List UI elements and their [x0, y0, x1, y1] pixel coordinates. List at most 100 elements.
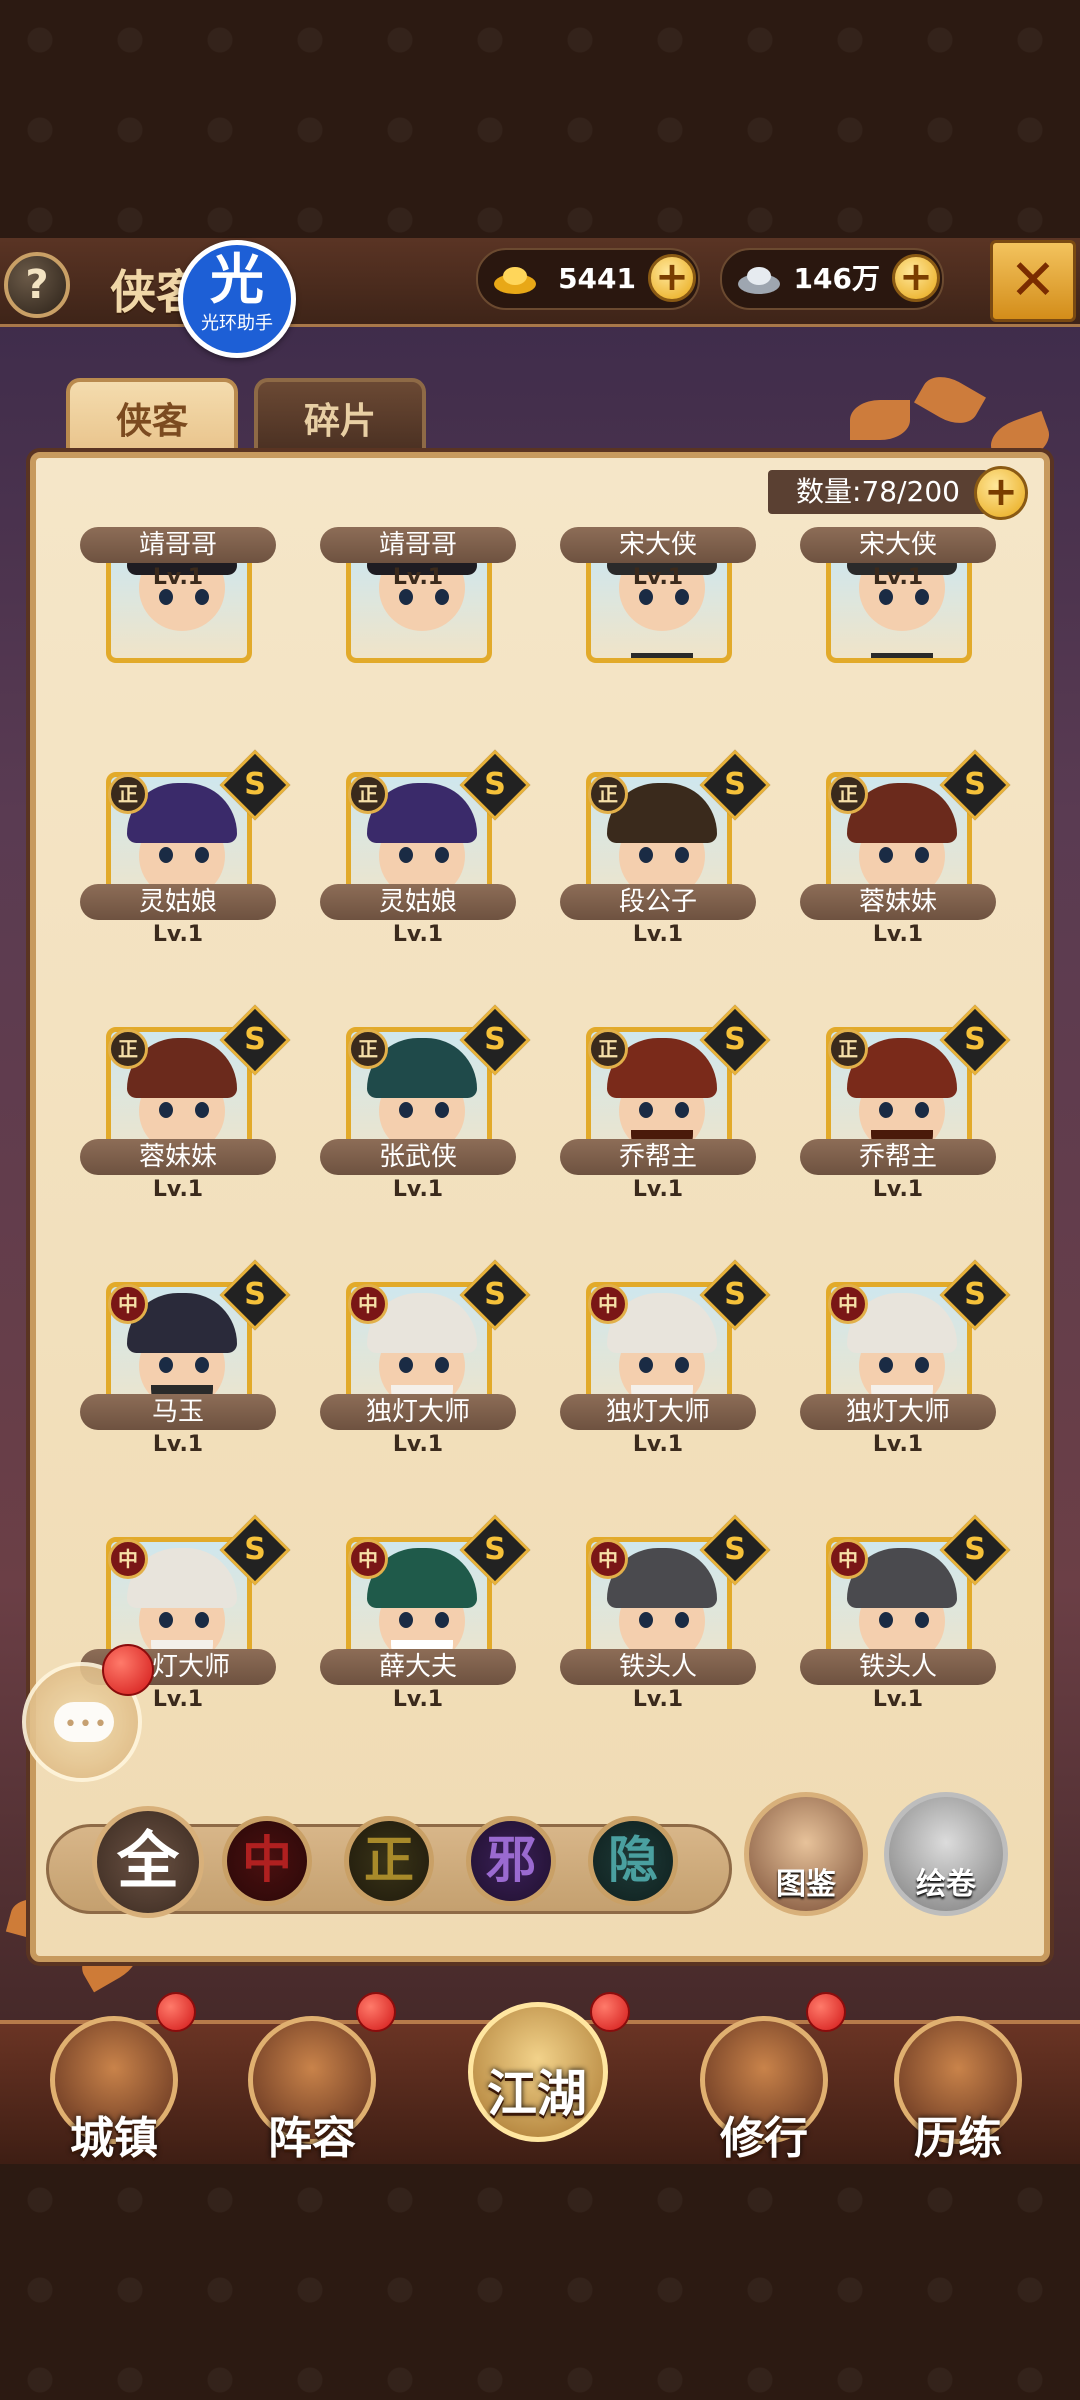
- filter-righteous[interactable]: 正: [344, 1816, 434, 1906]
- add-gold-button[interactable]: +: [648, 254, 696, 302]
- hero-card[interactable]: 中 S 独灯大师 Lv.1: [790, 1259, 1011, 1482]
- hero-level: Lv.1: [872, 1687, 924, 1712]
- nav-cultivation[interactable]: 修行: [694, 2010, 834, 2164]
- hero-beard: [631, 653, 693, 658]
- hero-eye: [399, 847, 413, 863]
- hero-level: Lv.1: [152, 922, 204, 947]
- faction-badge: 中: [828, 1539, 868, 1579]
- hero-level: Lv.1: [392, 1687, 444, 1712]
- hero-eye: [639, 1357, 653, 1373]
- hero-level: Lv.1: [392, 1432, 444, 1457]
- hero-eye: [915, 1102, 929, 1118]
- hero-name: 靖哥哥: [320, 527, 516, 563]
- hero-name: 马玉: [80, 1394, 276, 1430]
- rank-letter: S: [964, 767, 986, 802]
- rank-letter: S: [484, 1022, 506, 1057]
- hero-card[interactable]: 靖哥哥 Lv.1: [310, 527, 516, 755]
- hero-card[interactable]: 中 S 独灯大师 Lv.1: [550, 1259, 771, 1482]
- faction-badge: 中: [348, 1539, 388, 1579]
- faction-badge: 中: [108, 1539, 148, 1579]
- nav-jianghu[interactable]: 江湖: [462, 1996, 612, 2146]
- hero-name: 靖哥哥: [80, 527, 276, 563]
- rank-letter: S: [724, 1022, 746, 1057]
- town-notification-dot: [156, 1992, 196, 2032]
- nav-lineup[interactable]: 阵容: [242, 2010, 382, 2164]
- hero-card[interactable]: 正 S 乔帮主 Lv.1: [790, 1004, 1011, 1227]
- hero-card[interactable]: 中 S 马玉 Lv.1: [70, 1259, 291, 1482]
- help-button[interactable]: ?: [4, 252, 70, 318]
- hero-eye: [639, 589, 653, 605]
- hero-card[interactable]: 中 S 独灯大师 Lv.1: [310, 1259, 531, 1482]
- cultivation-notification-dot: [806, 1992, 846, 2032]
- hero-card[interactable]: 中 S 铁头人 Lv.1: [790, 1514, 1011, 1737]
- faction-badge: 中: [588, 1539, 628, 1579]
- hero-card[interactable]: 宋大侠 Lv.1: [790, 527, 996, 755]
- scroll-button[interactable]: 绘卷: [884, 1792, 1008, 1916]
- faction-badge: 正: [348, 1029, 388, 1069]
- hero-card[interactable]: 宋大侠 Lv.1: [550, 527, 756, 755]
- nav-jianghu-label: 江湖: [487, 2064, 587, 2123]
- hero-beard: [871, 653, 933, 658]
- rank-letter: S: [964, 1022, 986, 1057]
- hero-card[interactable]: 正 S 灵姑娘 Lv.1: [310, 749, 531, 972]
- logo-glyph: 光: [210, 248, 264, 311]
- nav-trials[interactable]: 历练: [888, 2010, 1028, 2164]
- hero-card[interactable]: 正 S 段公子 Lv.1: [550, 749, 771, 972]
- hero-name: 铁头人: [800, 1649, 996, 1685]
- rank-letter: S: [244, 1532, 266, 1567]
- faction-badge: 正: [348, 774, 388, 814]
- tab-heroes[interactable]: 侠客: [66, 378, 238, 456]
- hero-eye: [159, 847, 173, 863]
- hero-name: 乔帮主: [800, 1139, 996, 1175]
- hero-level: Lv.1: [632, 1687, 684, 1712]
- hero-card[interactable]: 中 S 薛大夫 Lv.1: [310, 1514, 531, 1737]
- tab-fragments[interactable]: 碎片: [254, 378, 426, 456]
- hero-eye: [399, 589, 413, 605]
- nav-town[interactable]: 城镇: [44, 2010, 184, 2164]
- hero-card[interactable]: 正 S 乔帮主 Lv.1: [550, 1004, 771, 1227]
- hero-card[interactable]: 靖哥哥 Lv.1: [70, 527, 276, 755]
- add-silver-button[interactable]: +: [892, 254, 940, 302]
- gold-ingot-icon: [494, 267, 536, 294]
- hero-card[interactable]: 正 S 蓉妹妹 Lv.1: [790, 749, 1011, 972]
- hero-level: Lv.1: [632, 922, 684, 947]
- silver-amount: 146万: [793, 262, 880, 295]
- rank-letter: S: [724, 767, 746, 802]
- hero-card[interactable]: 正 S 蓉妹妹 Lv.1: [70, 1004, 291, 1227]
- hero-level: Lv.1: [632, 565, 684, 590]
- hero-eye: [399, 1357, 413, 1373]
- silver-ingot-icon: [738, 267, 780, 294]
- hero-eye: [639, 847, 653, 863]
- hero-eye: [879, 1357, 893, 1373]
- overlay-assistant-logo[interactable]: 光 光环助手: [178, 240, 296, 358]
- expand-capacity-button[interactable]: +: [974, 466, 1028, 520]
- rank-letter: S: [724, 1277, 746, 1312]
- hero-card[interactable]: 正 S 张武侠 Lv.1: [310, 1004, 531, 1227]
- filter-all[interactable]: 全: [92, 1806, 204, 1918]
- hero-eye: [159, 1612, 173, 1628]
- hero-level: Lv.1: [152, 1177, 204, 1202]
- hero-card[interactable]: 中 S 铁头人 Lv.1: [550, 1514, 771, 1737]
- hero-eye: [435, 847, 449, 863]
- nav-town-label: 城镇: [70, 2113, 158, 2164]
- jianghu-notification-dot: [590, 1992, 630, 2032]
- hero-name: 张武侠: [320, 1139, 516, 1175]
- close-button[interactable]: ✕: [990, 240, 1076, 322]
- hero-name: 蓉妹妹: [80, 1139, 276, 1175]
- logo-label: 光环助手: [201, 313, 273, 334]
- hero-eye: [879, 589, 893, 605]
- filter-hidden[interactable]: 隐: [588, 1816, 678, 1906]
- hero-eye: [195, 1612, 209, 1628]
- filter-neutral[interactable]: 中: [222, 1816, 312, 1906]
- filter-evil[interactable]: 邪: [466, 1816, 556, 1906]
- hero-eye: [195, 847, 209, 863]
- hero-name: 独灯大师: [320, 1394, 516, 1430]
- hero-eye: [675, 589, 689, 605]
- codex-button[interactable]: 图鉴: [744, 1792, 868, 1916]
- hero-eye: [195, 589, 209, 605]
- hero-card[interactable]: 正 S 灵姑娘 Lv.1: [70, 749, 291, 972]
- faction-badge: 中: [108, 1284, 148, 1324]
- hero-level: Lv.1: [392, 922, 444, 947]
- hero-level: Lv.1: [872, 1432, 924, 1457]
- hero-eye: [195, 1357, 209, 1373]
